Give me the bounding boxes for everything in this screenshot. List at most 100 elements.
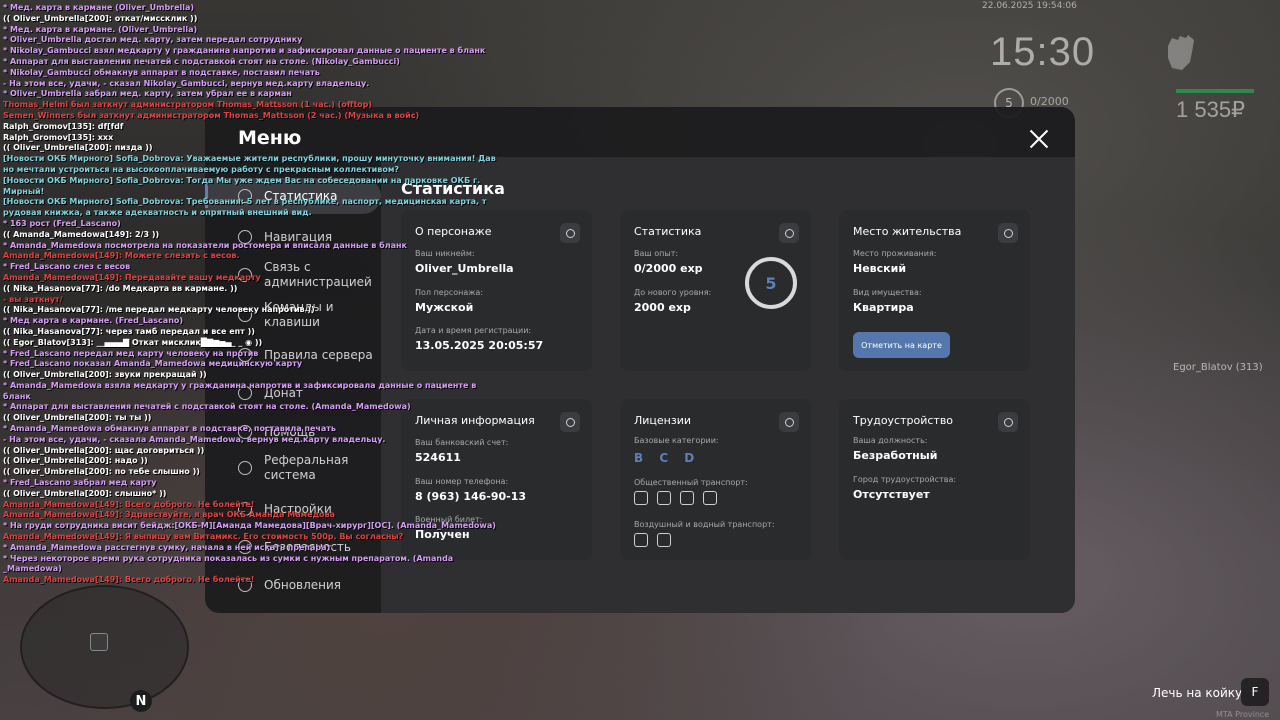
- chat-line: (( Oliver_Umbrella[200]: надо )): [3, 456, 148, 466]
- chat-line: (( Nika_Hasanova[77]: /do Медкарта вв ка…: [3, 283, 238, 293]
- chat-line: рудовая книжка, а также адекватность и о…: [3, 208, 312, 218]
- chat-line: (( Oliver_Umbrella[200]: откат/миссклик …: [3, 13, 198, 23]
- chat-line: (( Nika_Hasanova[77]: через тамб передал…: [3, 326, 255, 336]
- next-level-value: 2000 exp: [634, 301, 691, 314]
- level-ring: 5: [745, 257, 797, 309]
- metro-icon: [703, 491, 717, 505]
- license-icon: [779, 412, 799, 432]
- property-value: Квартира: [853, 301, 914, 314]
- boat-icon: [657, 533, 671, 547]
- chat-line: * Amanda_Mamedowa взяла медкарту у гражд…: [3, 380, 477, 390]
- chat-line: [Новости ОКБ Мирного] Sofia_Dobrova: Тог…: [3, 175, 481, 185]
- position-value: Безработный: [853, 449, 938, 462]
- chat-line: * Через некоторое время рука сотрудника …: [3, 553, 454, 563]
- chat-line: Amanda_Mamedowa[149]: Я выпишу вам Витам…: [3, 532, 404, 542]
- chat-line: * Аппарат для выставления печатей с подс…: [3, 402, 411, 412]
- base-categories-label: Базовые категории:: [634, 436, 719, 445]
- chat-line: * Fred_Lascano показал Amanda_Mamedowa м…: [3, 359, 303, 369]
- job-city-label: Город трудоустройства:: [853, 475, 957, 484]
- chat-line: * Мед. карта в кармане (Oliver_Umbrella): [3, 3, 195, 12]
- chat-line: - На этом все, удачи, - сказал Nikolay_G…: [3, 78, 370, 88]
- chat-line: бланк: [3, 391, 31, 401]
- chat-line: Amanda_Mamedowa[149]: Всего доброго. Не …: [3, 499, 255, 509]
- chat-line: Semen_Winners был заткнут администраторо…: [3, 110, 420, 120]
- chat-line: (( Nika_Hasanova[77]: /me передал медкар…: [3, 305, 315, 315]
- mark-on-map-button[interactable]: Отметить на карте: [853, 332, 950, 358]
- hud-clock: 15:30: [990, 30, 1096, 74]
- chat-line: (( Oliver_Umbrella[200]: звуки прекращай…: [3, 370, 207, 380]
- chat-line: * Amanda_Mamedowa обмакнув аппарат в под…: [3, 424, 336, 434]
- chat-line: Amanda_Mamedowa[149]: Можете слезать с в…: [3, 251, 240, 261]
- base-categories-value: B C D: [634, 451, 701, 465]
- chat-line: * Nikolay_Gambucci обмакнув аппарат в по…: [3, 67, 320, 77]
- clock-icon: [779, 223, 799, 243]
- chat-line: (( Oliver_Umbrella[200]: по тебе слышно …: [3, 467, 200, 477]
- house-icon: [998, 223, 1018, 243]
- chat-line: _Mamedowa): [3, 564, 62, 574]
- chat-line: (( Oliver_Umbrella[200]: слышно* )): [3, 488, 167, 498]
- exp-value: 0/2000 exp: [634, 262, 703, 275]
- chat-line: (( Egor_Blatov[313]: __▄▄▄▇ Откат мискли…: [3, 337, 263, 347]
- close-icon[interactable]: [1027, 127, 1051, 151]
- chat-line: [Новости ОКБ Мирного] Sofia_Dobrova: Тре…: [3, 197, 487, 207]
- chat-line: * 163 рост (Fred_Lascano): [3, 218, 121, 228]
- position-label: Ваша должность:: [853, 436, 928, 445]
- card-licenses: Лицензии Базовые категории: B C D Общест…: [620, 399, 811, 560]
- chat-line: (( Oliver_Umbrella[200]: пизда )): [3, 143, 153, 153]
- property-label: Вид имущества:: [853, 288, 922, 297]
- chat-line: - вы заткнут/: [3, 294, 63, 304]
- chat-line: * Fred_Lascano передал мед карту человек…: [3, 348, 259, 358]
- chat-line: - На этом все, удачи, - сказала Amanda_M…: [3, 434, 386, 444]
- next-level-label: До нового уровня:: [634, 288, 712, 297]
- place-label: Место проживания:: [853, 249, 937, 258]
- action-prompt: Лечь на койку: [1152, 686, 1243, 700]
- chat-line: * Мед карта в кармане. (Fred_Lascano): [3, 316, 184, 326]
- compass-north-icon: N: [130, 690, 152, 712]
- bus-icon: [634, 491, 648, 505]
- chat-line: но мечтали устроиться на высокооплачивае…: [3, 164, 399, 174]
- chat-line: * На груди сотрудника висит бейдж:[ОКБ-М…: [3, 521, 496, 531]
- chat-line: * Amanda_Mamedowa расстегнув сумку, нача…: [3, 542, 332, 552]
- chat-line: (( Oliver_Umbrella[200]: ты ты )): [3, 413, 152, 423]
- trolleybus-icon: [657, 491, 671, 505]
- job-city-value: Отсутствует: [853, 488, 930, 501]
- card-home-title: Место жительства: [853, 225, 962, 238]
- plane-icon: [634, 533, 648, 547]
- chat-line: Мирный!: [3, 186, 45, 196]
- card-job: Трудоустройство Ваша должность: Безработ…: [839, 399, 1030, 560]
- chat-line: Amanda_Mamedowa[149]: Здравствуйте, я вр…: [3, 510, 336, 520]
- chat-line: * Amanda_Mamedowa посмотрела на показате…: [3, 240, 407, 250]
- chat-line: [Новости ОКБ Мирного] Sofia_Dobrova: Ува…: [3, 154, 496, 164]
- action-key[interactable]: F: [1241, 678, 1269, 706]
- chat-line: Amanda_Mamedowa[149]: Передавайте вашу м…: [3, 272, 261, 282]
- chat-line: Thomas_Helmi был заткнут администратором…: [3, 100, 373, 110]
- chat-line: (( Amanda_Mamedowa[149]: 2/3 )): [3, 229, 160, 239]
- chat-line: * Аппарат для выставления печатей с подс…: [3, 56, 400, 66]
- card-home: Место жительства Место проживания: Невск…: [839, 210, 1030, 371]
- map-marker-icon: [90, 633, 108, 651]
- card-stats: Статистика Ваш опыт: 0/2000 exp До новог…: [620, 210, 811, 371]
- chat-line: Ralph_Gromov[135]: ххх: [3, 132, 114, 142]
- server-watermark: MTA Province: [1216, 710, 1270, 719]
- chat-line: Amanda_Mamedowa[149]: Всего доброго. Не …: [3, 575, 255, 585]
- hammer-icon: [998, 412, 1018, 432]
- chat-line: * Oliver_Umbrella забрал мед. карту, зат…: [3, 89, 292, 99]
- face-icon: [560, 412, 580, 432]
- chat-line: * Fred_Lascano слез с весов: [3, 262, 131, 272]
- chat-line: (( Oliver_Umbrella[200]: щас договриться…: [3, 445, 205, 455]
- card-licenses-title: Лицензии: [634, 414, 692, 427]
- card-stats-title: Статистика: [634, 225, 702, 238]
- card-job-title: Трудоустройство: [853, 414, 954, 427]
- chat-log: * Мед. карта в кармане (Oliver_Umbrella)…: [3, 3, 496, 586]
- chat-line: * Fred_Lascano забрал мед карту: [3, 478, 157, 488]
- nearby-player-tag: Egor_Blatov (313): [1173, 362, 1263, 373]
- fist-icon: [1168, 35, 1194, 70]
- chat-line: * Oliver_Umbrella достал мед. карту, зат…: [3, 35, 303, 45]
- chat-line: Ralph_Gromov[135]: df[fdf: [3, 121, 124, 131]
- user-icon: [560, 223, 580, 243]
- tram-icon: [680, 491, 694, 505]
- chat-line: * Nikolay_Gambucci взял медкарту у гражд…: [3, 46, 486, 56]
- hud-money: 1 535₽: [1176, 97, 1246, 122]
- chat-line: * Мед. карта в кармане. (Oliver_Umbrella…: [3, 24, 198, 34]
- public-transport-icons: [634, 491, 717, 505]
